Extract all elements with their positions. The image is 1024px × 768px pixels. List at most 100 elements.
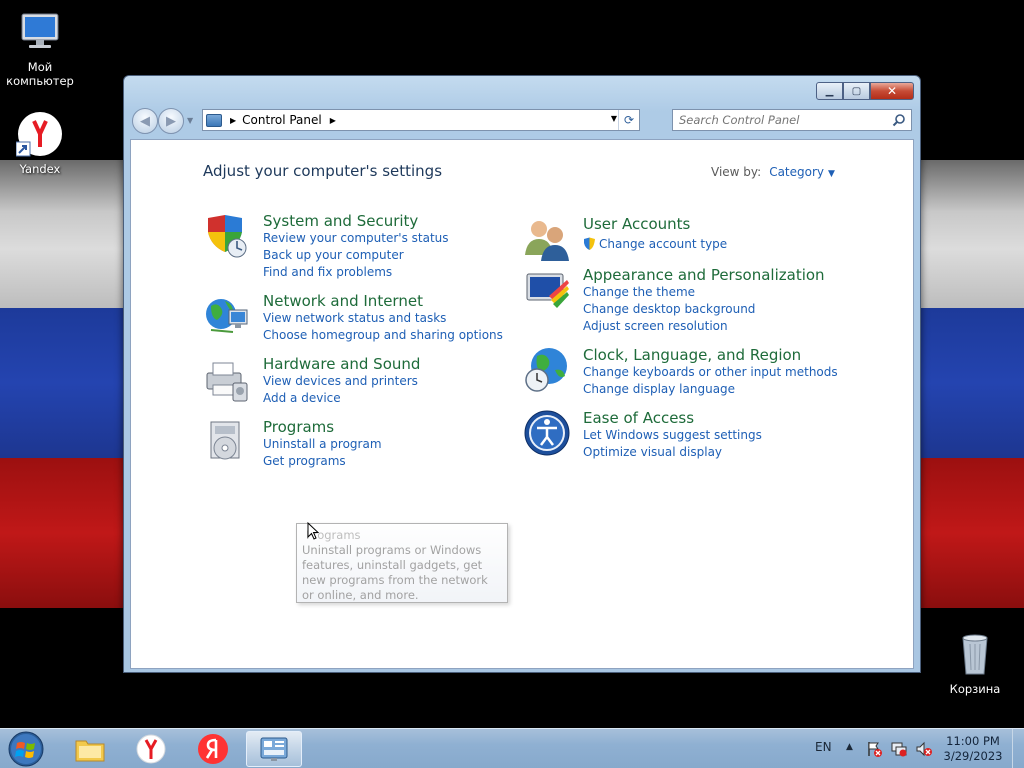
content-pane: Adjust your computer's settings View by:… [130,139,914,669]
control-panel-icon [260,737,288,761]
link-change-keyboards[interactable]: Change keyboards or other input methods [583,365,838,379]
tooltip-text: Uninstall programs or Windows features, … [302,543,488,602]
yandex-icon [198,734,228,764]
link-network-status[interactable]: View network status and tasks [263,311,446,325]
view-by-label: View by: [711,165,762,179]
view-by-dropdown[interactable]: Category [769,165,824,179]
search-icon[interactable] [892,113,906,127]
taskbar: EN ▲ 11:00 PM 3/29/2023 [0,728,1024,768]
taskbar-control-panel-button[interactable] [246,731,302,767]
category-clock-language-region: Clock, Language, and Region Change keybo… [523,346,843,402]
category-title[interactable]: Appearance and Personalization [583,266,825,284]
link-change-theme[interactable]: Change the theme [583,285,695,299]
category-title[interactable]: Programs [263,418,334,436]
computer-icon [16,8,64,56]
start-button[interactable] [4,730,48,768]
desktop-icon-label: Мой компьютер [6,60,74,88]
input-language-indicator[interactable]: EN [815,740,832,754]
link-change-account-type[interactable]: Change account type [599,237,727,251]
forward-button[interactable]: ▶ [158,108,184,134]
desktop-icon-yandex[interactable]: Yandex [0,110,80,176]
back-arrow-icon: ◀ [140,113,150,129]
category-title[interactable]: System and Security [263,212,418,230]
chevron-down-icon[interactable]: ▼ [828,169,835,179]
breadcrumb-control-panel[interactable]: Control Panel [242,113,322,127]
volume-muted-icon[interactable] [916,741,932,757]
link-get-programs[interactable]: Get programs [263,454,346,468]
recycle-bin-icon [951,630,999,678]
desktop-icon-my-computer[interactable]: Мой компьютер [0,8,80,88]
category-system-security: System and Security Review your computer… [203,212,503,282]
back-button[interactable]: ◀ [132,108,158,134]
link-optimize-display[interactable]: Optimize visual display [583,445,722,459]
link-find-fix-problems[interactable]: Find and fix problems [263,265,392,279]
category-title[interactable]: Hardware and Sound [263,355,420,373]
recent-pages-dropdown[interactable]: ▼ [187,116,193,125]
link-review-status[interactable]: Review your computer's status [263,231,449,245]
network-globe-icon[interactable] [203,292,251,340]
mouse-cursor-icon [307,522,319,540]
link-desktop-background[interactable]: Change desktop background [583,302,755,316]
control-panel-icon [206,113,222,127]
yandex-browser-icon [15,110,64,158]
link-windows-suggest[interactable]: Let Windows suggest settings [583,428,762,442]
refresh-button[interactable]: ⟳ [618,110,639,130]
desktop-icon-label: Корзина [949,682,1001,696]
link-homegroup[interactable]: Choose homegroup and sharing options [263,328,503,342]
programs-icon[interactable] [203,418,251,466]
category-title[interactable]: Ease of Access [583,409,694,427]
maximize-button[interactable]: ▢ [843,82,870,100]
shield-icon[interactable] [203,212,251,260]
taskbar-yandex-button[interactable] [185,731,241,767]
search-input[interactable] [679,113,879,127]
taskbar-yandex-browser-button[interactable] [123,731,179,767]
desktop-icon-recycle-bin[interactable]: Корзина [935,630,1015,696]
link-display-language[interactable]: Change display language [583,382,735,396]
show-desktop-button[interactable] [1012,729,1024,768]
windows-start-icon [8,731,44,767]
link-screen-resolution[interactable]: Adjust screen resolution [583,319,728,333]
category-hardware-sound: Hardware and Sound View devices and prin… [203,355,503,411]
breadcrumb-separator-icon[interactable]: ▶ [330,116,336,125]
minimize-button[interactable]: ▁ [816,82,843,100]
printer-icon[interactable] [203,355,251,403]
forward-arrow-icon: ▶ [166,113,176,129]
globe-clock-icon[interactable] [523,346,571,394]
address-dropdown-icon[interactable]: ▼ [611,114,617,123]
category-user-accounts: User Accounts Change account type [523,215,823,261]
ease-of-access-icon[interactable] [523,409,571,457]
category-appearance: Appearance and Personalization Change th… [523,266,843,336]
yandex-browser-icon [136,734,166,764]
users-icon[interactable] [523,215,571,263]
refresh-icon: ⟳ [623,113,635,127]
breadcrumb-separator-icon[interactable]: ▶ [230,116,236,125]
view-by: View by: Category ▼ [711,165,835,179]
search-box[interactable] [672,109,912,131]
tooltip-title: Programs [306,528,361,542]
appearance-icon[interactable] [523,266,571,314]
link-add-device[interactable]: Add a device [263,391,341,405]
link-backup[interactable]: Back up your computer [263,248,404,262]
caption-buttons: ▁ ▢ ✕ [816,82,914,100]
category-title[interactable]: Clock, Language, and Region [583,346,801,364]
system-clock[interactable]: 11:00 PM 3/29/2023 [942,734,1004,764]
category-ease-of-access: Ease of Access Let Windows suggest setti… [523,409,843,465]
close-button[interactable]: ✕ [870,82,914,100]
control-panel-window: ▁ ▢ ✕ ◀ ▶ ▼ ▶ Control Panel ▶ ▼ ⟳ Adjust… [123,75,921,673]
category-title[interactable]: User Accounts [583,215,690,233]
action-center-flag-icon[interactable] [866,741,882,757]
taskbar-explorer-button[interactable] [62,731,118,767]
network-icon[interactable] [891,741,907,757]
link-devices-printers[interactable]: View devices and printers [263,374,418,388]
navigation-bar: ◀ ▶ ▼ ▶ Control Panel ▶ ▼ ⟳ [130,106,914,134]
folder-icon [75,740,105,762]
link-uninstall-program[interactable]: Uninstall a program [263,437,382,451]
category-network-internet: Network and Internet View network status… [203,292,503,348]
clock-time: 11:00 PM [946,734,1000,748]
show-hidden-icons-button[interactable]: ▲ [846,742,853,752]
address-bar[interactable]: ▶ Control Panel ▶ ▼ ⟳ [202,109,640,131]
category-title[interactable]: Network and Internet [263,292,423,310]
desktop-icon-label: Yandex [19,162,61,176]
category-programs: Programs Uninstall a program Get program… [203,418,503,474]
clock-date: 3/29/2023 [943,749,1003,763]
